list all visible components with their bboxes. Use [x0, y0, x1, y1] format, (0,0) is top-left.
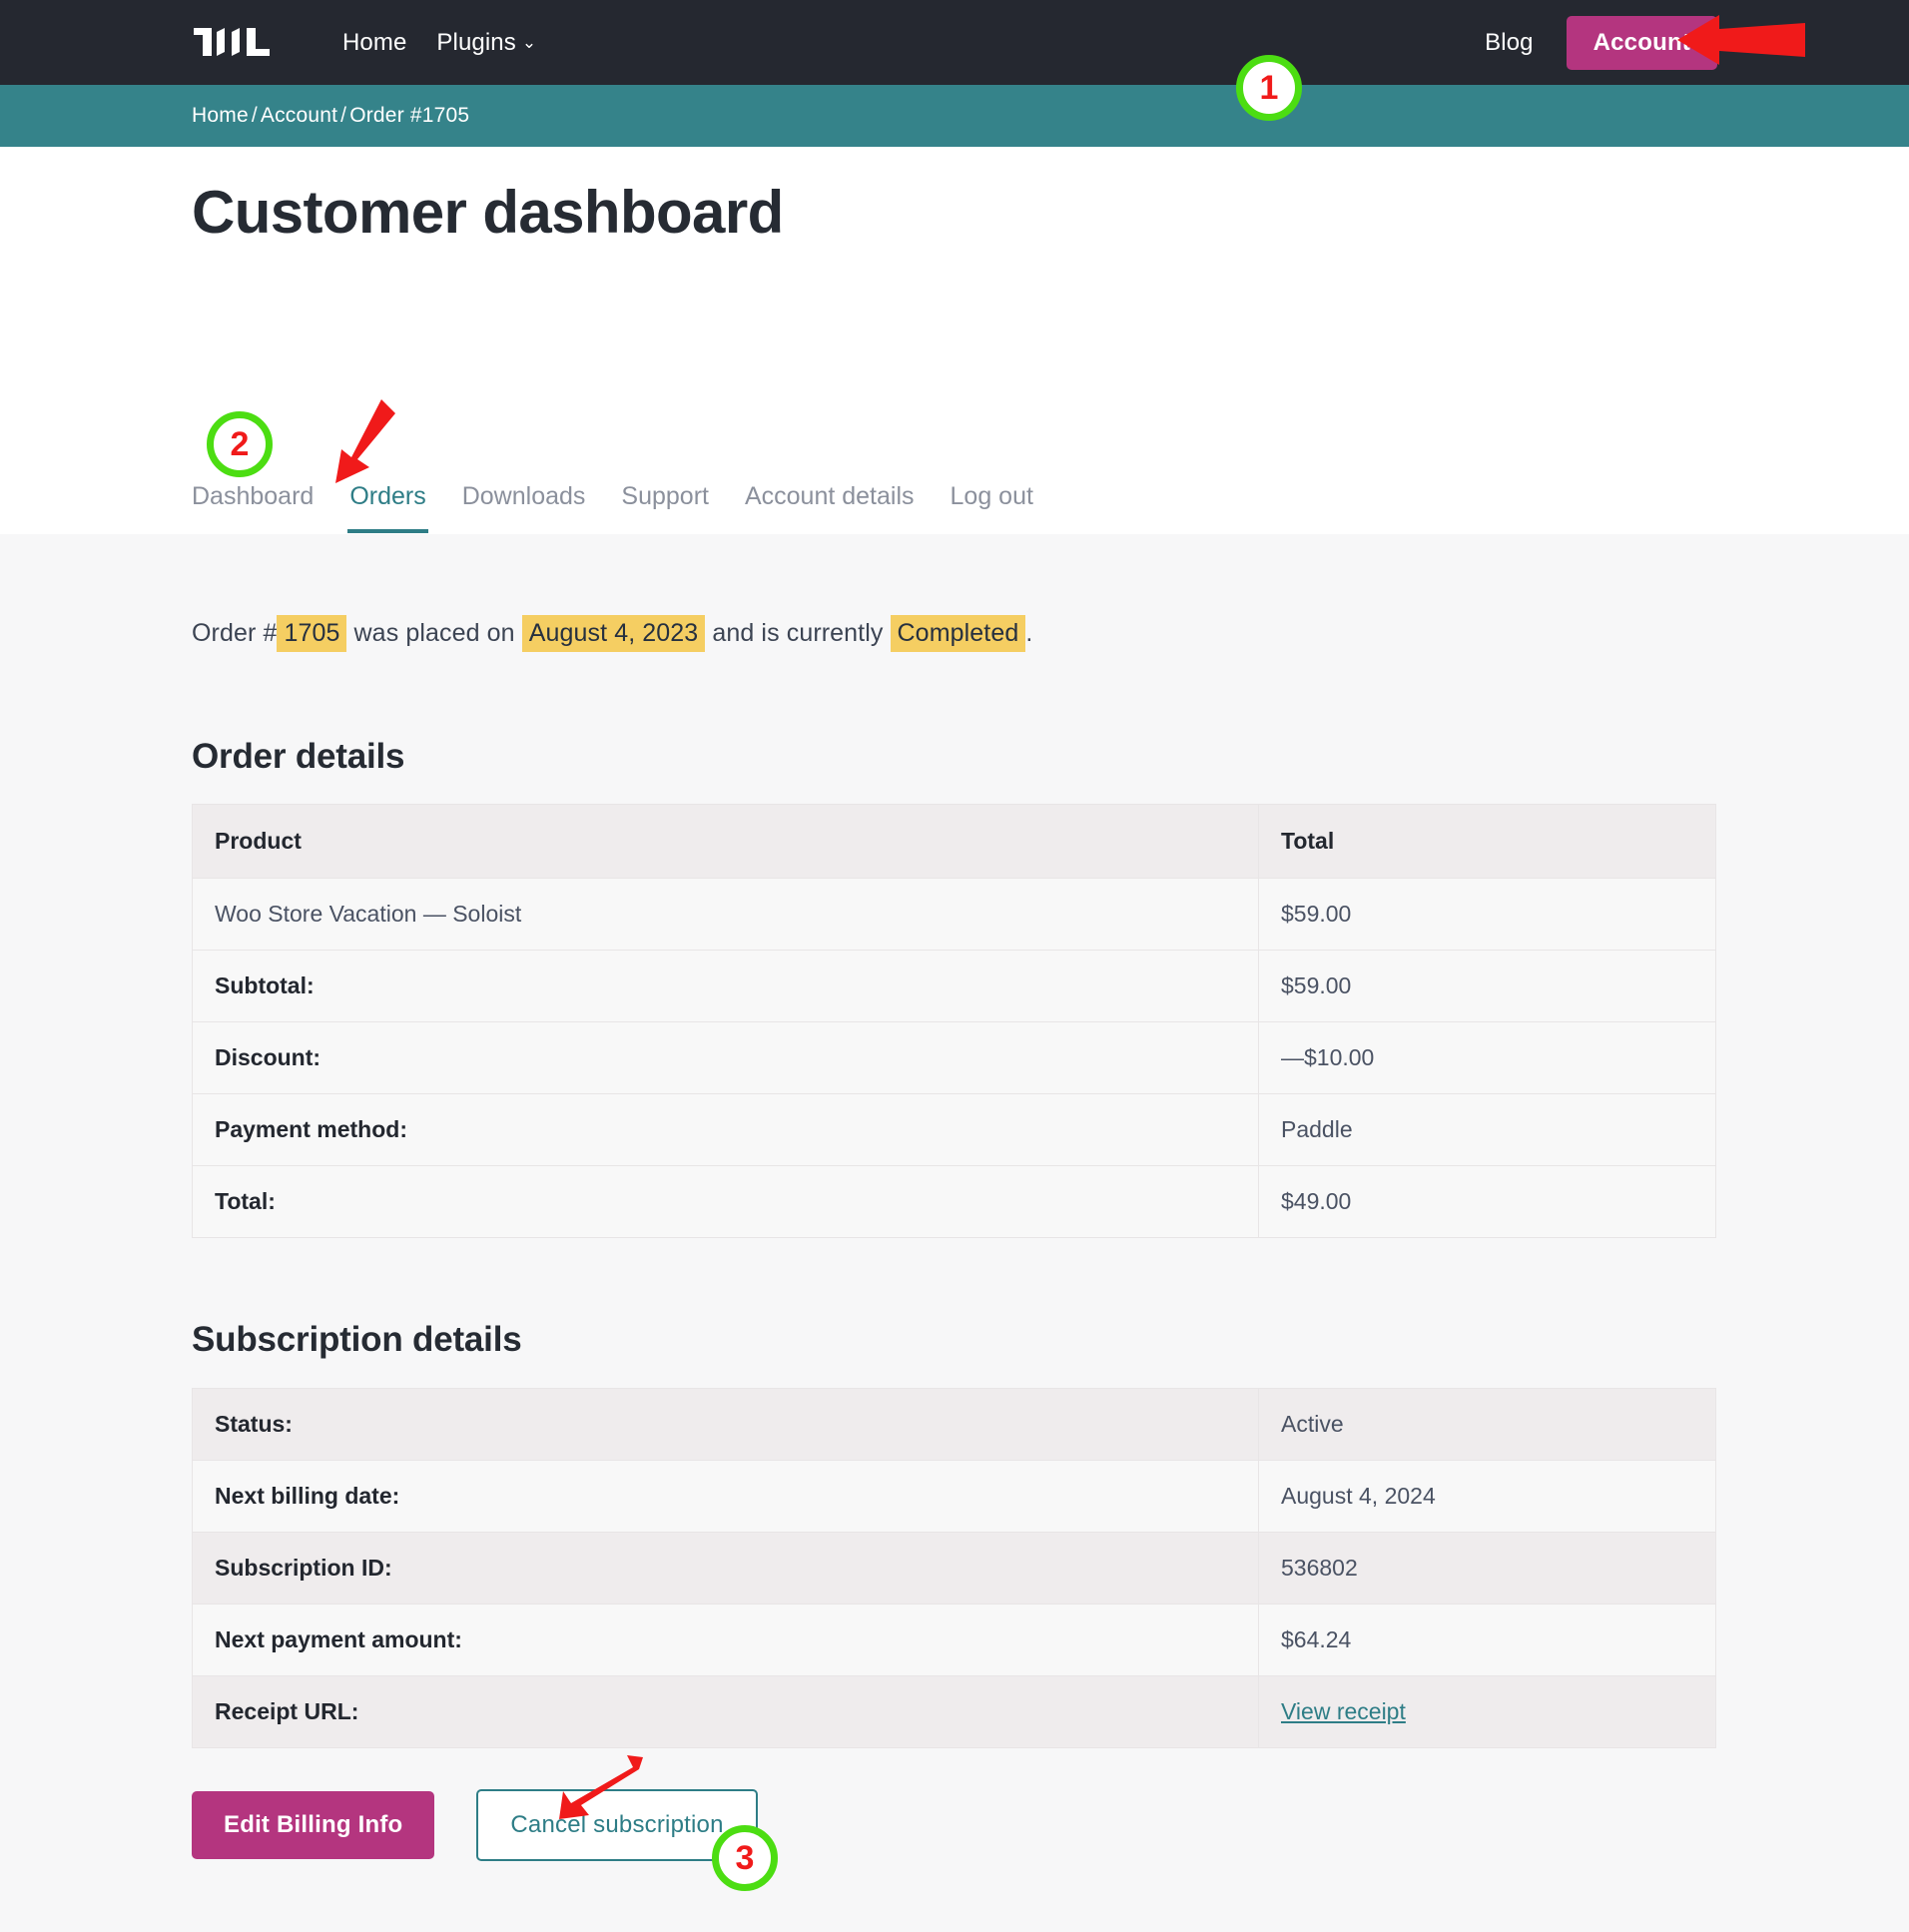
breadcrumb-bar: Home / Account / Order #1705: [0, 85, 1909, 147]
column-header-total: Total: [1258, 804, 1716, 879]
table-row: Discount: —$10.00: [192, 1021, 1716, 1094]
nav-right-group: Blog Account: [1470, 15, 1717, 70]
order-subtotal-value: $59.00: [1258, 950, 1716, 1022]
order-status-prefix: Order #: [192, 619, 278, 647]
table-row: Subtotal: $59.00: [192, 950, 1716, 1022]
subscription-details-heading: Subscription details: [192, 1320, 522, 1359]
tab-orders[interactable]: Orders: [331, 482, 443, 533]
breadcrumb-separator: /: [251, 104, 258, 127]
order-discount-value: —$10.00: [1258, 1021, 1716, 1094]
order-discount-label: Discount:: [192, 1021, 1259, 1094]
tab-downloads[interactable]: Downloads: [444, 482, 604, 533]
table-row: Status: Active: [192, 1388, 1716, 1461]
breadcrumb-item-home[interactable]: Home: [192, 104, 249, 127]
table-row: Subscription ID: 536802: [192, 1532, 1716, 1605]
chevron-down-icon: ⌄: [521, 32, 537, 52]
table-header-row: Product Total: [192, 804, 1716, 879]
subscription-next-billing-date-label: Next billing date:: [192, 1460, 1259, 1533]
page-root: Home Plugins ⌄ Blog Account Home / Account /…: [0, 0, 1909, 1932]
product-link[interactable]: Woo Store Vacation — Soloist: [215, 901, 521, 927]
order-payment-method-value: Paddle: [1258, 1093, 1716, 1166]
tab-dashboard[interactable]: Dashboard: [192, 482, 331, 533]
order-number-highlight: 1705: [277, 615, 347, 652]
table-row: Next payment amount: $64.24: [192, 1604, 1716, 1676]
subscription-next-payment-amount-value: $64.24: [1258, 1604, 1716, 1676]
nav-link-plugins[interactable]: Plugins ⌄: [421, 29, 551, 57]
subscription-id-label: Subscription ID:: [192, 1532, 1259, 1605]
page-title: Customer dashboard: [192, 179, 784, 246]
column-header-product: Product: [192, 804, 1259, 879]
table-row: Woo Store Vacation — Soloist $59.00: [192, 878, 1716, 951]
order-product-total: $59.00: [1258, 878, 1716, 951]
breadcrumb-item-current: Order #1705: [349, 104, 470, 127]
tab-support[interactable]: Support: [603, 482, 727, 533]
status-badge: Completed: [890, 615, 1026, 652]
account-button[interactable]: Account: [1566, 15, 1717, 70]
order-status-sentence: Order #1705 was placed on August 4, 2023…: [192, 615, 1033, 652]
table-row: Next billing date: August 4, 2024: [192, 1460, 1716, 1533]
tab-account-details[interactable]: Account details: [727, 482, 933, 533]
table-row: Total: $49.00: [192, 1165, 1716, 1238]
wl-logo-icon[interactable]: [192, 23, 288, 63]
nav-link-blog[interactable]: Blog: [1470, 29, 1548, 57]
order-date-highlight: August 4, 2023: [521, 615, 706, 652]
order-details-heading: Order details: [192, 737, 405, 776]
view-receipt-link[interactable]: View receipt: [1281, 1698, 1406, 1724]
nav-link-home[interactable]: Home: [327, 29, 421, 57]
nav-left-group: Home Plugins ⌄: [192, 23, 551, 63]
breadcrumb-separator: /: [340, 104, 347, 127]
subscription-action-buttons: Edit Billing Info Cancel subscription: [192, 1789, 758, 1861]
order-subtotal-label: Subtotal:: [192, 950, 1259, 1022]
order-status-suffix: .: [1025, 619, 1033, 647]
nav-link-plugins-label: Plugins: [436, 28, 516, 56]
breadcrumb-item-account[interactable]: Account: [261, 104, 337, 127]
account-tabs: Dashboard Orders Downloads Support Accou…: [192, 482, 1051, 533]
breadcrumb: Home / Account / Order #1705: [192, 104, 469, 128]
table-row: Receipt URL: View receipt: [192, 1675, 1716, 1748]
order-details-table: Product Total Woo Store Vacation — Soloi…: [192, 804, 1716, 1238]
order-status-middle: was placed on: [353, 619, 515, 647]
table-row: Payment method: Paddle: [192, 1093, 1716, 1166]
subscription-status-label: Status:: [192, 1388, 1259, 1461]
subscription-next-billing-date-value: August 4, 2024: [1258, 1460, 1716, 1533]
order-product-cell: Woo Store Vacation — Soloist: [192, 878, 1259, 951]
tab-log-out[interactable]: Log out: [933, 482, 1051, 533]
top-navigation-bar: Home Plugins ⌄ Blog Account: [0, 0, 1909, 85]
subscription-status-value: Active: [1258, 1388, 1716, 1461]
subscription-id-value: 536802: [1258, 1532, 1716, 1605]
subscription-next-payment-amount-label: Next payment amount:: [192, 1604, 1259, 1676]
order-status-middle2: and is currently: [712, 619, 884, 647]
cancel-subscription-button[interactable]: Cancel subscription: [476, 1789, 758, 1861]
subscription-receipt-url-label: Receipt URL:: [192, 1675, 1259, 1748]
order-total-value: $49.00: [1258, 1165, 1716, 1238]
edit-billing-info-button[interactable]: Edit Billing Info: [192, 1791, 435, 1859]
subscription-details-table: Status: Active Next billing date: August…: [192, 1388, 1716, 1748]
order-payment-method-label: Payment method:: [192, 1093, 1259, 1166]
subscription-receipt-url-cell: View receipt: [1258, 1675, 1716, 1748]
order-total-label: Total:: [192, 1165, 1259, 1238]
